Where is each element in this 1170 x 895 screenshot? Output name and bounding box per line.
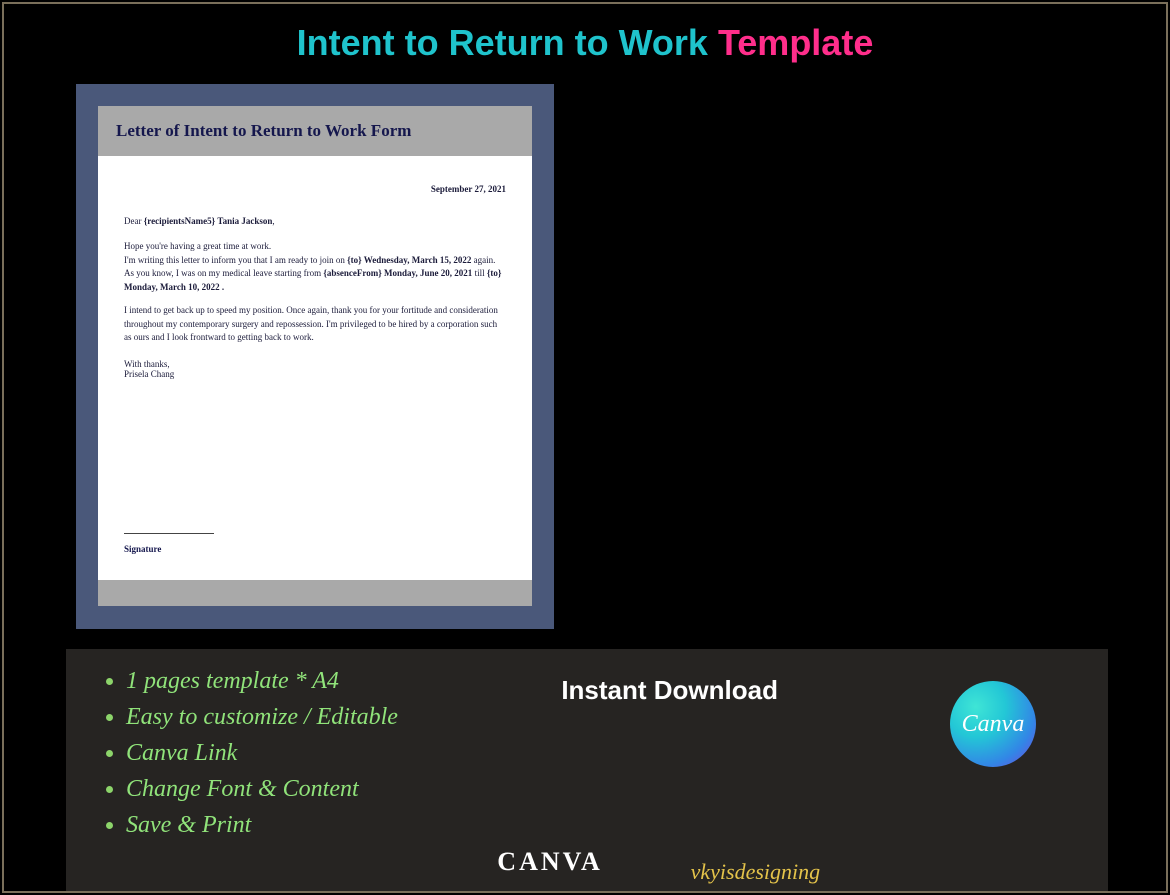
letter-paragraph-2: I intend to get back up to speed my posi… [124, 304, 506, 345]
canva-badge-icon: Canva [950, 681, 1036, 767]
canva-badge-text: Canva [962, 711, 1025, 738]
letter-body: September 27, 2021 Dear {recipientsName5… [98, 156, 532, 379]
closing-line: With thanks, [124, 359, 170, 369]
salutation-name: Tania Jackson [217, 216, 272, 226]
sender-name: Prisela Chang [124, 369, 174, 379]
signature-line [124, 533, 214, 534]
letter-footer-bar [98, 580, 532, 606]
canva-word: CANVA [497, 847, 603, 877]
title-accent: Template [718, 22, 873, 63]
feature-item: Canva Link [126, 735, 1088, 771]
page-title: Intent to Return to Work Template [4, 22, 1166, 64]
document-preview-panel: Letter of Intent to Return to Work Form … [76, 84, 554, 629]
p1-till: till [475, 268, 485, 278]
feature-item: Save & Print [126, 807, 1088, 843]
signature-block: Signature [124, 533, 214, 554]
letter-salutation: Dear {recipientsName5} Tania Jackson, [124, 216, 506, 226]
product-card: Intent to Return to Work Template Letter… [2, 2, 1168, 893]
instant-download-label: Instant Download [561, 675, 778, 706]
letter-header: Letter of Intent to Return to Work Form [98, 106, 532, 156]
p1-join-date: {to} Wednesday, March 15, 2022 [347, 255, 471, 265]
letter-paper: Letter of Intent to Return to Work Form … [98, 106, 532, 606]
signature-label: Signature [124, 544, 214, 554]
p1-line2: I'm writing this letter to inform you th… [124, 255, 345, 265]
letter-closing: With thanks, Prisela Chang [124, 359, 506, 379]
letter-date: September 27, 2021 [124, 184, 506, 194]
brand-signature: vkyisdesigning [691, 859, 821, 885]
feature-item: Change Font & Content [126, 771, 1088, 807]
p1-line1: Hope you're having a great time at work. [124, 241, 271, 251]
letter-paragraph-1: Hope you're having a great time at work.… [124, 240, 506, 294]
salutation-token: {recipientsName5} [144, 216, 215, 226]
p1-absence-from: {absenceFrom} Monday, June 20, 2021 [323, 268, 472, 278]
feature-strip: 1 pages template * A4 Easy to customize … [66, 649, 1108, 891]
title-main: Intent to Return to Work [297, 22, 708, 63]
salutation-suffix: , [272, 216, 274, 226]
salutation-prefix: Dear [124, 216, 142, 226]
